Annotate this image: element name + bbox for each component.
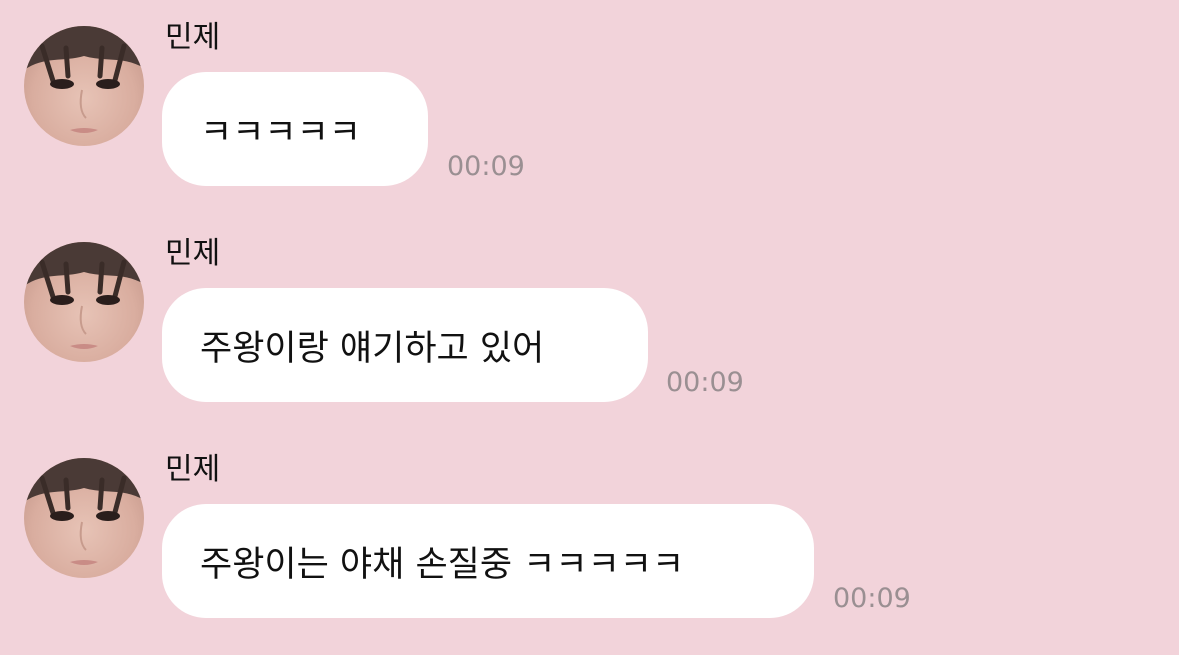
profile-photo-icon (24, 26, 144, 133)
message-timestamp: 00:09 (666, 367, 744, 398)
sender-avatar[interactable] (24, 458, 144, 578)
sender-name: 민제 (165, 20, 221, 55)
profile-photo-icon (24, 458, 144, 565)
message-bubble[interactable]: 주왕이는 야채 손질중 ㅋㅋㅋㅋㅋ (162, 504, 814, 618)
profile-photo-icon (24, 242, 144, 349)
message-bubble[interactable]: 주왕이랑 얘기하고 있어 (162, 288, 648, 402)
message-row: 민제 ㅋㅋㅋㅋㅋ 00:09 (0, 0, 1179, 216)
message-row: 민제 주왕이는 야채 손질중 ㅋㅋㅋㅋㅋ 00:09 (0, 432, 1179, 648)
message-timestamp: 00:09 (447, 151, 525, 182)
sender-avatar[interactable] (24, 26, 144, 146)
sender-name: 민제 (165, 236, 221, 271)
sender-avatar[interactable] (24, 242, 144, 362)
sender-name: 민제 (165, 452, 221, 487)
message-timestamp: 00:09 (833, 583, 911, 614)
message-bubble[interactable]: ㅋㅋㅋㅋㅋ (162, 72, 428, 186)
message-row: 민제 주왕이랑 얘기하고 있어 00:09 (0, 216, 1179, 432)
